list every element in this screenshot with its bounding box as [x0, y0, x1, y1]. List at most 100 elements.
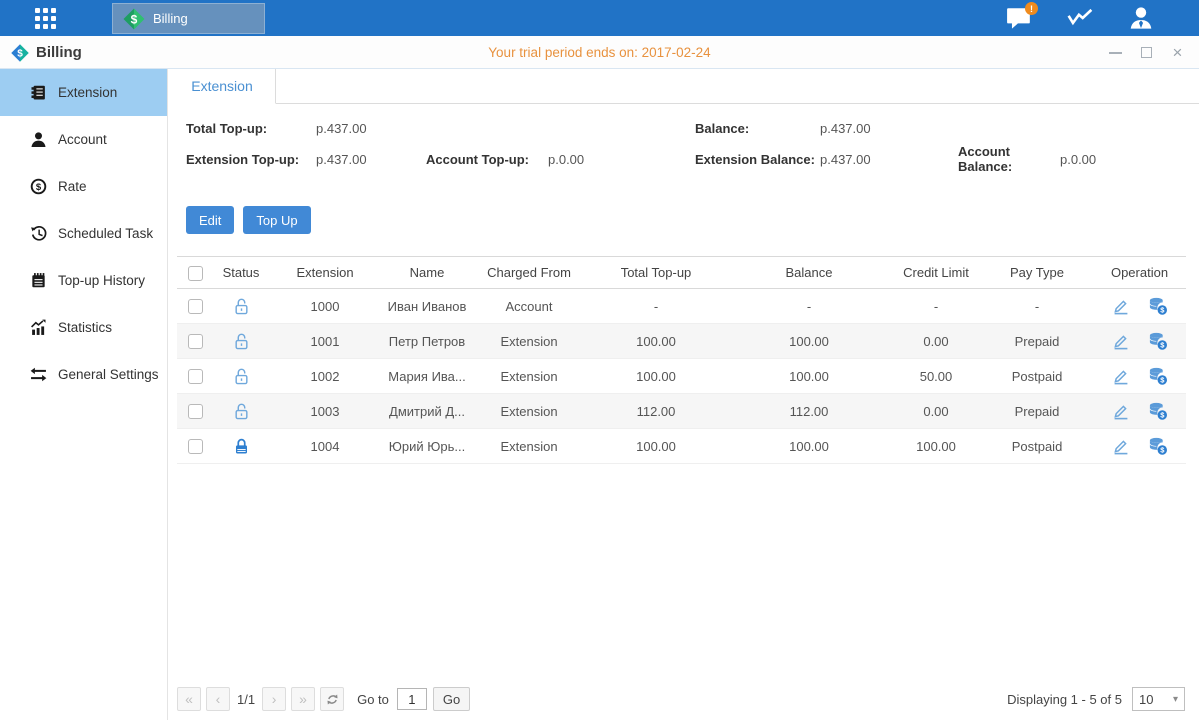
edit-button[interactable]: Edit — [186, 206, 234, 234]
cell-pay-type: Postpaid — [981, 359, 1093, 394]
top-up-row-button[interactable]: $ — [1148, 296, 1168, 316]
top-up-button[interactable]: Top Up — [243, 206, 310, 234]
sidebar-item-account[interactable]: Account — [0, 116, 167, 163]
person-icon — [30, 131, 47, 148]
extension-balance-value: p.437.00 — [820, 152, 958, 167]
sidebar-item-extension[interactable]: Extension — [0, 69, 167, 116]
page-indicator: 1/1 — [237, 692, 255, 707]
edit-row-button[interactable] — [1111, 436, 1131, 456]
account-balance-label: Account Balance: — [958, 144, 1060, 174]
main-content: Extension Total Top-up: p.437.00 Extensi… — [169, 69, 1199, 720]
extension-topup-value: p.437.00 — [316, 152, 426, 167]
first-page-button[interactable]: « — [177, 687, 201, 711]
cell-extension: 1004 — [269, 429, 381, 464]
coins-icon: $ — [1148, 401, 1168, 421]
cell-balance: 112.00 — [727, 394, 891, 429]
cell-total-topup: 100.00 — [585, 429, 727, 464]
cell-operation: $ — [1093, 324, 1186, 359]
maximize-button[interactable] — [1139, 45, 1154, 60]
taskbar-billing-button[interactable]: $ Billing — [112, 3, 265, 34]
top-up-row-button[interactable]: $ — [1148, 436, 1168, 456]
sidebar-item-rate[interactable]: $ Rate — [0, 163, 167, 210]
coins-icon: $ — [1148, 436, 1168, 456]
cell-total-topup: 112.00 — [585, 394, 727, 429]
select-all-checkbox[interactable] — [188, 266, 203, 281]
user-icon[interactable] — [1127, 5, 1155, 31]
col-pay-type: Pay Type — [981, 257, 1093, 289]
account-topup-label: Account Top-up: — [426, 152, 548, 167]
pencil-icon — [1111, 331, 1131, 351]
resource-monitor-icon[interactable] — [1066, 5, 1094, 31]
cell-extension: 1001 — [269, 324, 381, 359]
top-up-row-button[interactable]: $ — [1148, 401, 1168, 421]
col-name: Name — [381, 257, 473, 289]
cell-charged-from: Extension — [473, 429, 585, 464]
cell-operation: $ — [1093, 394, 1186, 429]
sidebar-item-general-settings[interactable]: General Settings — [0, 351, 167, 398]
col-operation: Operation — [1093, 257, 1186, 289]
table-header-row: Status Extension Name Charged From Total… — [177, 257, 1186, 289]
top-up-row-button[interactable]: $ — [1148, 331, 1168, 351]
cell-extension: 1002 — [269, 359, 381, 394]
sidebar-item-statistics[interactable]: Statistics — [0, 304, 167, 351]
last-page-button[interactable]: » — [291, 687, 315, 711]
sidebar-item-label: Statistics — [58, 320, 112, 335]
minimize-button[interactable] — [1108, 45, 1123, 60]
total-topup-label: Total Top-up: — [186, 121, 316, 136]
chevron-down-icon: ▾ — [1173, 694, 1178, 705]
svg-text:$: $ — [131, 12, 138, 26]
coins-icon: $ — [1148, 366, 1168, 386]
refresh-button[interactable] — [320, 687, 344, 711]
cell-charged-from: Extension — [473, 324, 585, 359]
app-window: $ Billing ! — [0, 0, 1199, 720]
cell-credit-limit: 0.00 — [891, 394, 981, 429]
tab-strip: Extension — [169, 69, 1199, 104]
cell-charged-from: Extension — [473, 359, 585, 394]
lock-open-icon — [232, 367, 251, 386]
app-grid-icon[interactable] — [35, 8, 70, 29]
top-up-row-button[interactable]: $ — [1148, 366, 1168, 386]
tab-extension[interactable]: Extension — [169, 69, 276, 104]
row-checkbox[interactable] — [188, 439, 203, 454]
edit-row-button[interactable] — [1111, 331, 1131, 351]
notification-badge: ! — [1025, 2, 1038, 15]
edit-row-button[interactable] — [1111, 366, 1131, 386]
edit-row-button[interactable] — [1111, 401, 1131, 421]
stats-icon — [30, 319, 47, 336]
close-button[interactable]: × — [1170, 45, 1185, 60]
page-size-select[interactable]: 10 ▾ — [1132, 687, 1185, 711]
cell-extension: 1003 — [269, 394, 381, 429]
cell-operation: $ — [1093, 289, 1186, 324]
extension-balance-label: Extension Balance: — [695, 152, 820, 167]
pencil-icon — [1111, 401, 1131, 421]
displaying-text: Displaying 1 - 5 of 5 — [1007, 692, 1122, 707]
cell-charged-from: Extension — [473, 394, 585, 429]
status-cell — [213, 394, 269, 429]
cell-pay-type: Prepaid — [981, 394, 1093, 429]
sidebar-item-label: Scheduled Task — [58, 226, 153, 241]
trial-notice: Your trial period ends on: 2017-02-24 — [0, 36, 1199, 69]
cell-name: Петр Петров — [381, 324, 473, 359]
prev-page-button[interactable]: ‹ — [206, 687, 230, 711]
lock-closed-icon — [232, 437, 251, 456]
goto-page-input[interactable] — [397, 688, 427, 710]
pencil-icon — [1111, 436, 1131, 456]
balance-value: p.437.00 — [820, 121, 871, 136]
sidebar-item-scheduled-task[interactable]: Scheduled Task — [0, 210, 167, 257]
lock-open-icon — [232, 332, 251, 351]
sidebar-item-label: Extension — [58, 85, 117, 100]
row-checkbox[interactable] — [188, 299, 203, 314]
cell-total-topup: 100.00 — [585, 324, 727, 359]
next-page-button[interactable]: › — [262, 687, 286, 711]
account-balance-value: p.0.00 — [1060, 152, 1096, 167]
row-checkbox[interactable] — [188, 334, 203, 349]
chat-icon[interactable]: ! — [1005, 5, 1033, 31]
edit-row-button[interactable] — [1111, 296, 1131, 316]
sidebar-item-topup-history[interactable]: Top-up History — [0, 257, 167, 304]
lock-open-icon — [232, 402, 251, 421]
row-checkbox[interactable] — [188, 369, 203, 384]
cell-name: Мария Ива... — [381, 359, 473, 394]
go-button[interactable]: Go — [433, 687, 470, 711]
page-size-value: 10 — [1139, 692, 1153, 707]
row-checkbox[interactable] — [188, 404, 203, 419]
